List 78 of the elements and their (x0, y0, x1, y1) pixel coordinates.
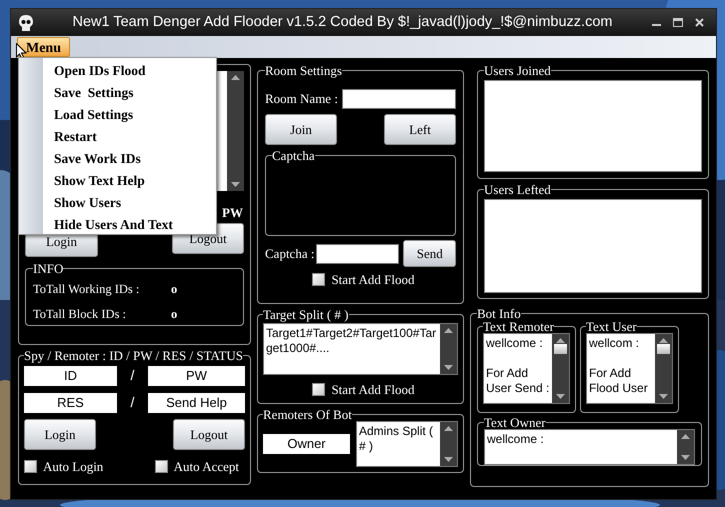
menu-item[interactable]: Save Work IDs (54, 148, 173, 170)
group-title: Remoters Of Bot (263, 408, 352, 421)
action-button[interactable]: Left (384, 114, 456, 145)
menu-item[interactable]: Save Settings (54, 82, 173, 104)
target-text[interactable]: Target1#Target2#Target100#Target1000#.... (264, 324, 440, 374)
users-lefted-list[interactable] (484, 199, 702, 293)
scroll-down-icon[interactable] (556, 394, 565, 399)
checkbox-label: Auto Login (43, 458, 104, 476)
group-title: Target Split ( # ) (263, 308, 349, 321)
checkbox[interactable] (312, 383, 326, 396)
owner-text[interactable]: wellcome : (485, 430, 677, 464)
info-value: o (171, 281, 178, 298)
group-title: Spy / Remoter : ID / PW / RES / STATUS (24, 349, 244, 362)
skull-icon (19, 14, 33, 30)
separator-text: / (130, 366, 134, 385)
info-label: ToTall Block IDs : (33, 306, 128, 323)
remoter-text[interactable]: wellcome : For Add User Send : (484, 334, 552, 403)
scroll-up-icon[interactable] (444, 328, 453, 333)
close-icon[interactable] (695, 18, 704, 27)
menu-item[interactable]: Show Users (54, 192, 173, 214)
text-field[interactable]: PW (148, 366, 245, 386)
menu-item[interactable]: Open IDs Flood (54, 60, 173, 82)
separator-text: / (130, 393, 134, 412)
room-field[interactable] (342, 89, 456, 109)
action-button[interactable]: Login (24, 419, 96, 450)
menu-item[interactable]: Show Text Help (54, 170, 173, 192)
group-title: INFO (33, 262, 64, 275)
group-title: Text Owner (484, 416, 546, 429)
scrollbar[interactable] (552, 334, 569, 403)
text-field[interactable]: Send Help (148, 392, 245, 412)
action-button[interactable]: Logout (173, 419, 245, 450)
group-title: Text User (586, 320, 637, 333)
info-value: o (171, 306, 178, 323)
group-title: Room Settings (265, 64, 342, 77)
scrollbar[interactable] (440, 422, 457, 466)
scroll-down-icon[interactable] (444, 365, 453, 370)
scroll-thumb[interactable] (657, 344, 670, 354)
checkbox[interactable] (312, 273, 326, 286)
checkbox-label: Auto Accept (174, 458, 239, 476)
action-button[interactable]: Send (403, 240, 456, 267)
text-field[interactable]: ID (24, 366, 117, 386)
menu-item[interactable]: Load Settings (54, 104, 173, 126)
scrollbar[interactable] (655, 334, 672, 403)
room-label: Room Name : (265, 90, 338, 108)
admins-text[interactable]: Admins Split ( # ) (357, 422, 440, 466)
window-title: New1 Team Denger Add Flooder v1.5.2 Coded By $!_javad(l)jody_!$@nimbuzz.com (72, 12, 614, 32)
users-joined-list[interactable] (484, 80, 702, 172)
group-title: Text Remoter (483, 320, 554, 333)
scroll-up-icon[interactable] (681, 434, 690, 439)
action-button[interactable]: Join (265, 114, 337, 145)
scrollbar[interactable] (677, 430, 694, 464)
pw-label: PW (222, 206, 243, 219)
menu-item[interactable]: Restart (54, 126, 173, 148)
checkbox-label: Start Add Flood (331, 381, 415, 399)
scroll-down-icon[interactable] (444, 457, 453, 462)
scroll-up-icon[interactable] (444, 426, 453, 431)
checkbox-label: Start Add Flood (331, 271, 415, 289)
menu-button[interactable]: Menu (17, 37, 70, 57)
text-field[interactable]: Owner (263, 434, 350, 454)
scroll-down-icon[interactable] (681, 455, 690, 460)
group-title: Users Joined (484, 64, 551, 77)
scrollbar[interactable] (227, 71, 244, 191)
info-label: ToTall Working IDs : (33, 281, 140, 298)
captcha-label: Captcha : (265, 244, 314, 263)
scroll-down-icon[interactable] (231, 182, 240, 187)
maximize-icon[interactable] (673, 18, 683, 27)
group-title: Users Lefted (484, 183, 551, 196)
scroll-thumb[interactable] (554, 344, 567, 354)
text-field[interactable]: RES (24, 392, 117, 412)
group-title: Bot Info (477, 307, 521, 320)
checkbox[interactable] (154, 460, 168, 474)
scroll-down-icon[interactable] (659, 394, 668, 399)
user-text[interactable]: wellcom : For Add Flood User (587, 334, 655, 403)
captcha-field[interactable] (316, 244, 400, 264)
scrollbar[interactable] (440, 324, 457, 374)
scroll-up-icon[interactable] (231, 75, 240, 80)
checkbox[interactable] (24, 460, 37, 474)
group-title: Captcha (272, 149, 315, 162)
